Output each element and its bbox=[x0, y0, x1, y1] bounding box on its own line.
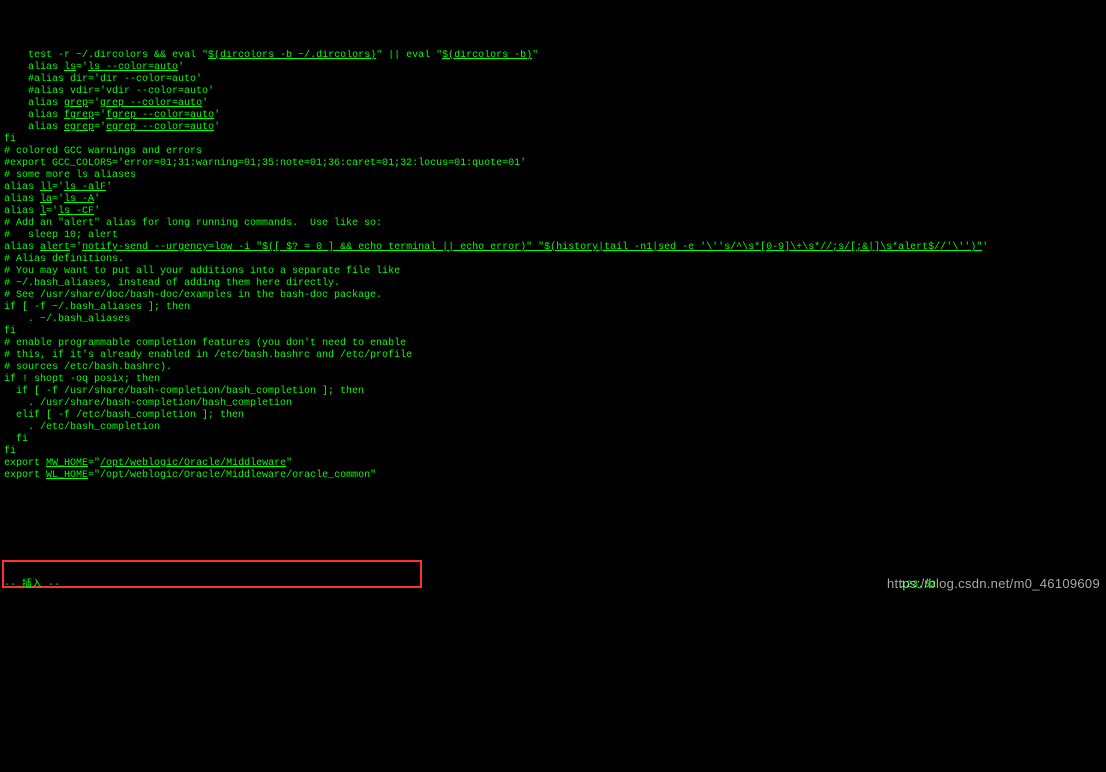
terminal-line: fi bbox=[4, 434, 1102, 446]
terminal-line: # See /usr/share/doc/bash-doc/examples i… bbox=[4, 290, 1102, 302]
terminal-line: alias la='ls -A' bbox=[4, 194, 1102, 206]
terminal-line: # sleep 10; alert bbox=[4, 230, 1102, 242]
terminal-line: export WL_HOME="/opt/weblogic/Oracle/Mid… bbox=[4, 470, 1102, 482]
terminal-line: . /usr/share/bash-completion/bash_comple… bbox=[4, 398, 1102, 410]
terminal-editor[interactable]: test -r ~/.dircolors && eval "$(dircolor… bbox=[4, 50, 1102, 628]
terminal-line: alias grep='grep --color=auto' bbox=[4, 98, 1102, 110]
terminal-line: alias ll='ls -alF' bbox=[4, 182, 1102, 194]
terminal-line: #export GCC_COLORS='error=01;31:warning=… bbox=[4, 158, 1102, 170]
terminal-line: . ~/.bash_aliases bbox=[4, 314, 1102, 326]
terminal-line: fi bbox=[4, 446, 1102, 458]
terminal-line: # colored GCC warnings and errors bbox=[4, 146, 1102, 158]
terminal-line: alias ls='ls --color=auto' bbox=[4, 62, 1102, 74]
cursor-position: 123,52 bbox=[900, 580, 936, 592]
terminal-line: test -r ~/.dircolors && eval "$(dircolor… bbox=[4, 50, 1102, 62]
terminal-line: alias alert='notify-send --urgency=low -… bbox=[4, 242, 1102, 254]
terminal-line: # Alias definitions. bbox=[4, 254, 1102, 266]
terminal-line: # enable programmable completion feature… bbox=[4, 338, 1102, 350]
terminal-line: alias egrep='egrep --color=auto' bbox=[4, 122, 1102, 134]
terminal-line: # ~/.bash_aliases, instead of adding the… bbox=[4, 278, 1102, 290]
vim-mode-indicator: -- 插入 -- bbox=[4, 580, 60, 592]
terminal-line: elif [ -f /etc/bash_completion ]; then bbox=[4, 410, 1102, 422]
terminal-line: if ! shopt -oq posix; then bbox=[4, 374, 1102, 386]
terminal-line: if [ -f ~/.bash_aliases ]; then bbox=[4, 302, 1102, 314]
terminal-line: fi bbox=[4, 326, 1102, 338]
terminal-line: alias l='ls -CF' bbox=[4, 206, 1102, 218]
terminal-line: # You may want to put all your additions… bbox=[4, 266, 1102, 278]
terminal-line: export MW_HOME="/opt/weblogic/Oracle/Mid… bbox=[4, 458, 1102, 470]
terminal-line: fi bbox=[4, 134, 1102, 146]
terminal-line: #alias vdir='vdir --color=auto' bbox=[4, 86, 1102, 98]
terminal-line: # this, if it's already enabled in /etc/… bbox=[4, 350, 1102, 362]
terminal-line: alias fgrep='fgrep --color=auto' bbox=[4, 110, 1102, 122]
terminal-line: # sources /etc/bash.bashrc). bbox=[4, 362, 1102, 374]
terminal-line: . /etc/bash_completion bbox=[4, 422, 1102, 434]
terminal-line: #alias dir='dir --color=auto' bbox=[4, 74, 1102, 86]
terminal-line: if [ -f /usr/share/bash-completion/bash_… bbox=[4, 386, 1102, 398]
terminal-line: # Add an "alert" alias for long running … bbox=[4, 218, 1102, 230]
terminal-line: # some more ls aliases bbox=[4, 170, 1102, 182]
